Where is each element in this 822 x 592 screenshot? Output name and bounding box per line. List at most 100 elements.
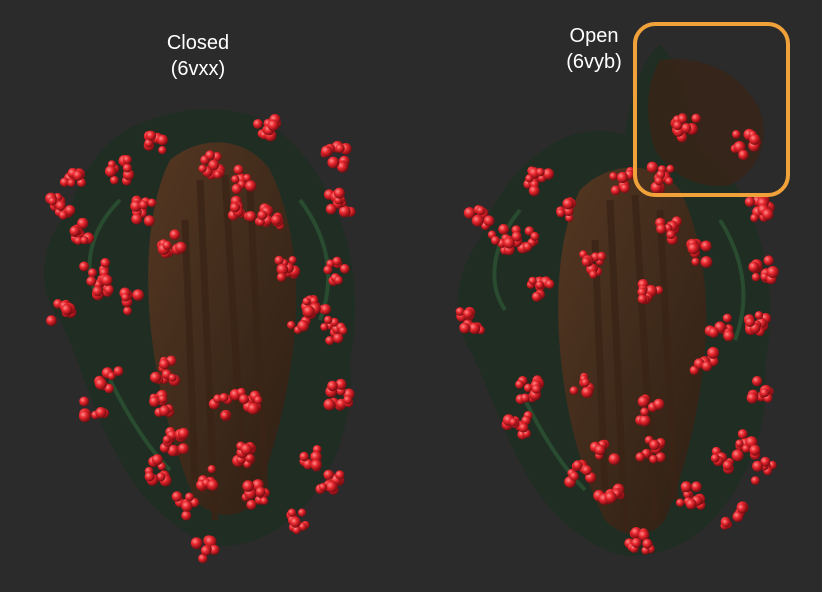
- glycan-sphere: [255, 486, 266, 497]
- glycan-sphere: [92, 286, 103, 297]
- glycan-cluster: [190, 535, 220, 564]
- glycan-sphere: [666, 230, 676, 240]
- glycan-sphere: [110, 175, 119, 185]
- glycan-sphere: [531, 384, 542, 394]
- glycan-sphere: [608, 453, 621, 465]
- glycan-sphere: [642, 538, 653, 549]
- glycan-sphere: [231, 175, 240, 184]
- glycan-sphere: [542, 168, 554, 180]
- glycan-sphere: [490, 235, 500, 245]
- glycan-sphere: [100, 258, 110, 268]
- glycan-sphere: [332, 256, 342, 266]
- glycan-sphere: [276, 272, 286, 282]
- glycan-sphere: [343, 395, 353, 405]
- glycan-sphere: [581, 386, 593, 399]
- glycan-sphere: [190, 537, 203, 549]
- glycan-sphere: [245, 180, 257, 192]
- glycan-sphere: [569, 471, 579, 481]
- glycan-sphere: [297, 320, 309, 332]
- glycan-sphere: [463, 308, 474, 319]
- glycan-sphere: [297, 508, 307, 517]
- glycan-sphere: [751, 272, 761, 282]
- glycan-sphere: [238, 394, 249, 405]
- glycan-sphere: [138, 200, 149, 210]
- glycan-sphere: [48, 196, 57, 206]
- glycan-sphere: [131, 213, 143, 225]
- glycan-sphere: [325, 480, 338, 493]
- glycan-sphere: [707, 346, 720, 359]
- glycan-sphere: [287, 320, 296, 330]
- glycan-sphere: [545, 279, 555, 289]
- glycan-sphere: [760, 388, 770, 398]
- glycan-sphere: [80, 236, 89, 245]
- glycan-sphere: [649, 454, 658, 464]
- glycan-sphere: [122, 163, 132, 173]
- glycan-sphere: [247, 402, 259, 415]
- glycan-sphere: [327, 156, 340, 169]
- glycan-sphere: [338, 326, 348, 335]
- glycan-sphere: [162, 240, 172, 250]
- glycan-sphere: [95, 407, 107, 418]
- glycan-sphere: [722, 313, 732, 323]
- glycan-sphere: [589, 270, 598, 279]
- glycan-cluster: [320, 140, 352, 173]
- glycan-sphere: [158, 146, 167, 155]
- glycan-sphere: [147, 198, 157, 208]
- glycan-sphere: [113, 366, 124, 376]
- glycan-sphere: [609, 172, 618, 181]
- glycan-sphere: [604, 491, 617, 504]
- glycan-sphere: [562, 198, 574, 210]
- glycan-sphere: [246, 499, 257, 510]
- glycan-sphere: [78, 410, 91, 423]
- glycan-sphere: [754, 311, 764, 320]
- glycan-sphere: [175, 241, 187, 254]
- glycan-sphere: [67, 178, 76, 187]
- glycan-sphere: [581, 465, 592, 476]
- glycan-sphere: [710, 453, 720, 463]
- glycan-sphere: [122, 155, 132, 165]
- glycan-sphere: [123, 306, 132, 316]
- glycan-sphere: [333, 187, 345, 199]
- glycan-sphere: [745, 317, 755, 327]
- glycan-sphere: [77, 217, 89, 229]
- glycan-sphere: [616, 171, 629, 184]
- glycan-sphere: [581, 257, 591, 267]
- glycan-sphere: [637, 395, 650, 408]
- glycan-sphere: [635, 452, 645, 462]
- glycan-sphere: [736, 503, 748, 514]
- glycan-sphere: [143, 215, 155, 227]
- glycan-sphere: [535, 280, 544, 290]
- glycan-sphere: [731, 449, 744, 462]
- glycan-sphere: [151, 454, 163, 466]
- glycan-sphere: [685, 498, 697, 510]
- glycan-sphere: [556, 208, 566, 218]
- glycan-sphere: [323, 315, 333, 325]
- glycan-sphere: [121, 293, 130, 302]
- glycan-sphere: [320, 304, 332, 315]
- glycan-sphere: [168, 373, 177, 382]
- glycan-sphere: [744, 196, 755, 207]
- glycan-sphere: [708, 327, 719, 338]
- glycan-sphere: [69, 225, 80, 237]
- glycan-sphere: [569, 386, 579, 395]
- glycan-sphere: [200, 545, 212, 556]
- glycan-sphere: [302, 305, 315, 318]
- glycan-sphere: [101, 274, 113, 286]
- glycan-sphere: [334, 275, 343, 285]
- glycan-sphere: [207, 479, 219, 491]
- glycan-sphere: [594, 444, 606, 456]
- glycan-sphere: [750, 476, 760, 485]
- glycan-sphere: [88, 268, 97, 278]
- glycan-sphere: [323, 398, 336, 411]
- glycan-sphere: [766, 266, 779, 278]
- glycan-sphere: [580, 378, 590, 387]
- glycan-sphere: [219, 393, 229, 403]
- glycan-sphere: [721, 518, 731, 528]
- glycan-sphere: [722, 460, 733, 471]
- glycan-sphere: [72, 170, 84, 181]
- glycan-sphere: [94, 377, 107, 390]
- glycan-sphere: [169, 229, 181, 240]
- glycan-sphere: [86, 276, 97, 287]
- glycan-sphere: [64, 205, 76, 216]
- glycan-sphere: [691, 481, 702, 493]
